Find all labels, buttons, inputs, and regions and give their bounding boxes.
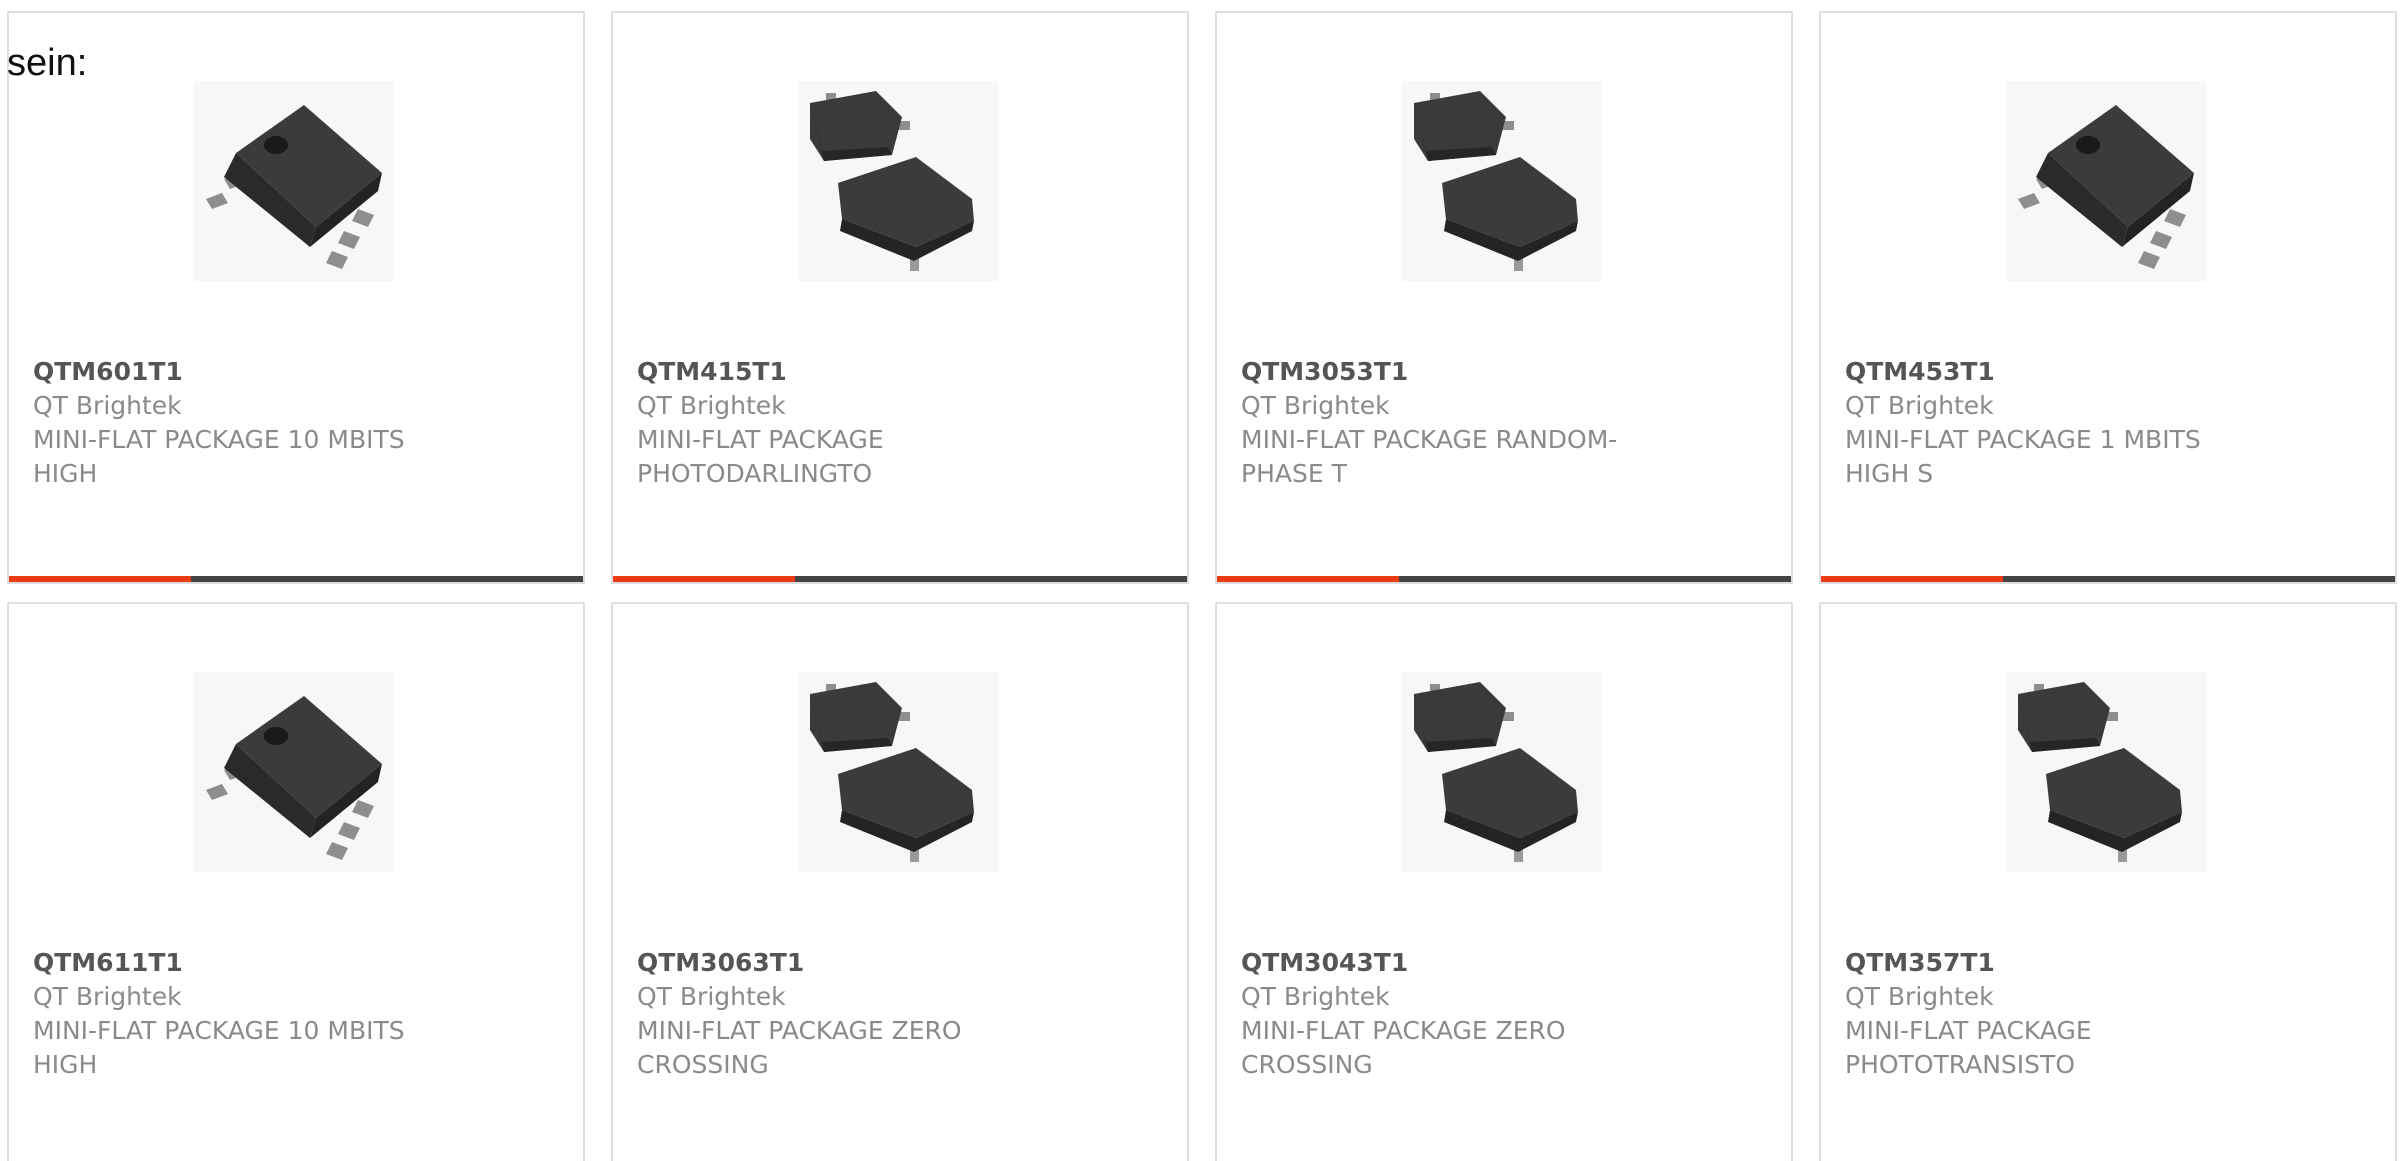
card-bar-fill bbox=[1217, 576, 1399, 582]
part-number[interactable]: QTM3053T1 bbox=[1241, 355, 1661, 389]
product-description: MINI-FLAT PACKAGE ZERO CROSSING bbox=[1241, 1016, 1566, 1079]
product-description: MINI-FLAT PACKAGE ZERO CROSSING bbox=[637, 1016, 962, 1079]
product-info: QTM357T1 QT Brightek MINI-FLAT PACKAGE P… bbox=[1845, 946, 2265, 1082]
card-bar-fill bbox=[1821, 576, 2003, 582]
manufacturer: QT Brightek bbox=[1845, 391, 1994, 420]
manufacturer: QT Brightek bbox=[637, 982, 786, 1011]
part-number[interactable]: QTM357T1 bbox=[1845, 946, 2265, 980]
manufacturer: QT Brightek bbox=[33, 982, 182, 1011]
product-description: MINI-FLAT PACKAGE RANDOM-PHASE T bbox=[1241, 425, 1618, 488]
product-info: QTM611T1 QT Brightek MINI-FLAT PACKAGE 1… bbox=[33, 946, 453, 1082]
product-card[interactable]: QTM453T1 QT Brightek MINI-FLAT PACKAGE 1… bbox=[1819, 11, 2397, 584]
product-description: MINI-FLAT PACKAGE PHOTODARLINGTO bbox=[637, 425, 884, 488]
manufacturer: QT Brightek bbox=[637, 391, 786, 420]
part-number[interactable]: QTM3043T1 bbox=[1241, 946, 1661, 980]
chip-pair-icon[interactable] bbox=[1402, 672, 1602, 872]
part-number[interactable]: QTM3063T1 bbox=[637, 946, 1057, 980]
manufacturer: QT Brightek bbox=[1241, 391, 1390, 420]
chip-pair-icon[interactable] bbox=[1402, 81, 1602, 281]
card-bar-fill bbox=[613, 576, 795, 582]
product-info: QTM3063T1 QT Brightek MINI-FLAT PACKAGE … bbox=[637, 946, 1057, 1082]
chip-single-icon[interactable] bbox=[194, 81, 394, 281]
product-card[interactable]: QTM3053T1 QT Brightek MINI-FLAT PACKAGE … bbox=[1215, 11, 1793, 584]
product-info: QTM601T1 QT Brightek MINI-FLAT PACKAGE 1… bbox=[33, 355, 453, 491]
product-card[interactable]: QTM3063T1 QT Brightek MINI-FLAT PACKAGE … bbox=[611, 602, 1189, 1161]
manufacturer: QT Brightek bbox=[1845, 982, 1994, 1011]
product-description: MINI-FLAT PACKAGE 10 MBITS HIGH bbox=[33, 1016, 405, 1079]
card-bar bbox=[1821, 576, 2395, 582]
product-card[interactable]: QTM611T1 QT Brightek MINI-FLAT PACKAGE 1… bbox=[7, 602, 585, 1161]
part-number[interactable]: QTM453T1 bbox=[1845, 355, 2265, 389]
product-description: MINI-FLAT PACKAGE 1 MBITS HIGH S bbox=[1845, 425, 2201, 488]
product-description: MINI-FLAT PACKAGE PHOTOTRANSISTO bbox=[1845, 1016, 2092, 1079]
intro-text: sein: bbox=[7, 42, 88, 84]
product-info: QTM453T1 QT Brightek MINI-FLAT PACKAGE 1… bbox=[1845, 355, 2265, 491]
card-bar bbox=[1217, 576, 1791, 582]
part-number[interactable]: QTM611T1 bbox=[33, 946, 453, 980]
product-card[interactable]: QTM357T1 QT Brightek MINI-FLAT PACKAGE P… bbox=[1819, 602, 2397, 1161]
chip-pair-icon[interactable] bbox=[798, 81, 998, 281]
product-card[interactable]: QTM415T1 QT Brightek MINI-FLAT PACKAGE P… bbox=[611, 11, 1189, 584]
card-bar bbox=[613, 576, 1187, 582]
product-grid-page: sein: QTM601T1 QT Brightek MINI-FLAT PAC… bbox=[0, 0, 2400, 1161]
chip-pair-icon[interactable] bbox=[798, 672, 998, 872]
chip-single-icon[interactable] bbox=[2006, 81, 2206, 281]
manufacturer: QT Brightek bbox=[33, 391, 182, 420]
product-info: QTM415T1 QT Brightek MINI-FLAT PACKAGE P… bbox=[637, 355, 1057, 491]
chip-pair-icon[interactable] bbox=[2006, 672, 2206, 872]
part-number[interactable]: QTM415T1 bbox=[637, 355, 1057, 389]
chip-single-icon[interactable] bbox=[194, 672, 394, 872]
product-info: QTM3043T1 QT Brightek MINI-FLAT PACKAGE … bbox=[1241, 946, 1661, 1082]
product-info: QTM3053T1 QT Brightek MINI-FLAT PACKAGE … bbox=[1241, 355, 1661, 491]
product-description: MINI-FLAT PACKAGE 10 MBITS HIGH bbox=[33, 425, 405, 488]
card-bar bbox=[9, 576, 583, 582]
part-number[interactable]: QTM601T1 bbox=[33, 355, 453, 389]
product-card[interactable]: QTM3043T1 QT Brightek MINI-FLAT PACKAGE … bbox=[1215, 602, 1793, 1161]
product-card[interactable]: QTM601T1 QT Brightek MINI-FLAT PACKAGE 1… bbox=[7, 11, 585, 584]
card-bar-fill bbox=[9, 576, 191, 582]
manufacturer: QT Brightek bbox=[1241, 982, 1390, 1011]
